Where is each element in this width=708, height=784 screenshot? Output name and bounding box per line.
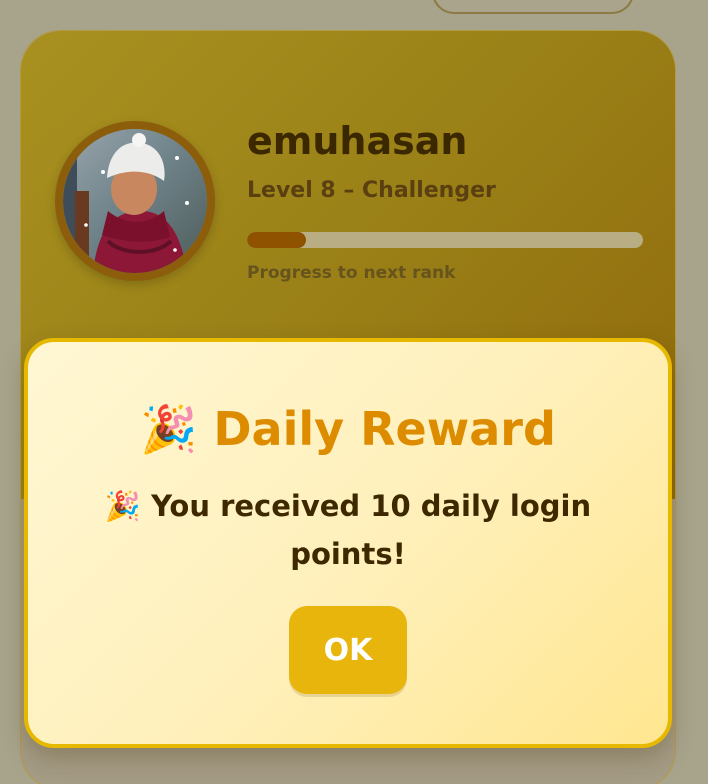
top-pill-button[interactable] bbox=[432, 0, 634, 14]
level-label: Level 8 – Challenger bbox=[247, 178, 496, 203]
rank-progress-bar bbox=[247, 232, 643, 248]
daily-reward-modal: 🎉 Daily Reward 🎉 You received 10 daily l… bbox=[24, 338, 672, 748]
ok-button[interactable]: OK bbox=[289, 606, 407, 694]
rank-progress-fill bbox=[247, 232, 307, 248]
daily-reward-message: 🎉 You received 10 daily login points! bbox=[104, 489, 592, 571]
avatar bbox=[63, 129, 207, 273]
progress-caption: Progress to next rank bbox=[247, 263, 456, 283]
daily-reward-title: 🎉 Daily Reward bbox=[140, 402, 556, 456]
avatar-ring bbox=[55, 121, 215, 281]
username: emuhasan bbox=[247, 119, 468, 163]
user-photo-icon bbox=[63, 129, 207, 273]
